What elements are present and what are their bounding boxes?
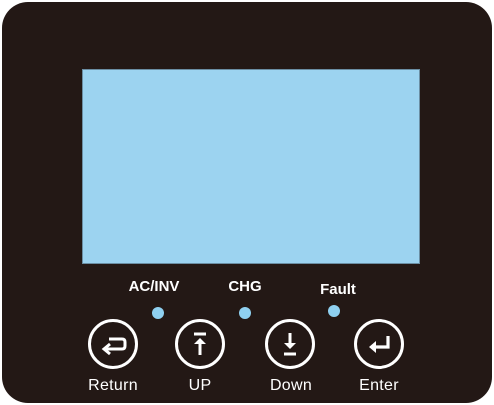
arrow-down-icon bbox=[284, 333, 296, 356]
chg-led bbox=[239, 307, 251, 319]
ac-inv-led bbox=[152, 307, 164, 319]
return-button-label: Return bbox=[88, 377, 138, 394]
indicator-label-ac-inv: AC/INV bbox=[128, 278, 180, 295]
indicator-label-chg: CHG bbox=[228, 278, 262, 295]
fault-led bbox=[328, 305, 340, 317]
up-button-label: UP bbox=[188, 377, 212, 394]
enter-button-label: Enter bbox=[359, 377, 399, 394]
down-button-label: Down bbox=[269, 377, 313, 394]
control-panel: AC/INV CHG Fault Return UP Down Enter bbox=[2, 2, 492, 403]
return-icon bbox=[101, 337, 127, 356]
lcd-screen bbox=[82, 69, 420, 264]
arrow-up-icon bbox=[194, 332, 206, 355]
down-button[interactable] bbox=[265, 319, 315, 369]
indicator-label-fault: Fault bbox=[320, 281, 356, 298]
return-button[interactable] bbox=[88, 319, 138, 369]
enter-button[interactable] bbox=[354, 319, 404, 369]
enter-icon bbox=[369, 336, 390, 353]
up-button[interactable] bbox=[175, 319, 225, 369]
